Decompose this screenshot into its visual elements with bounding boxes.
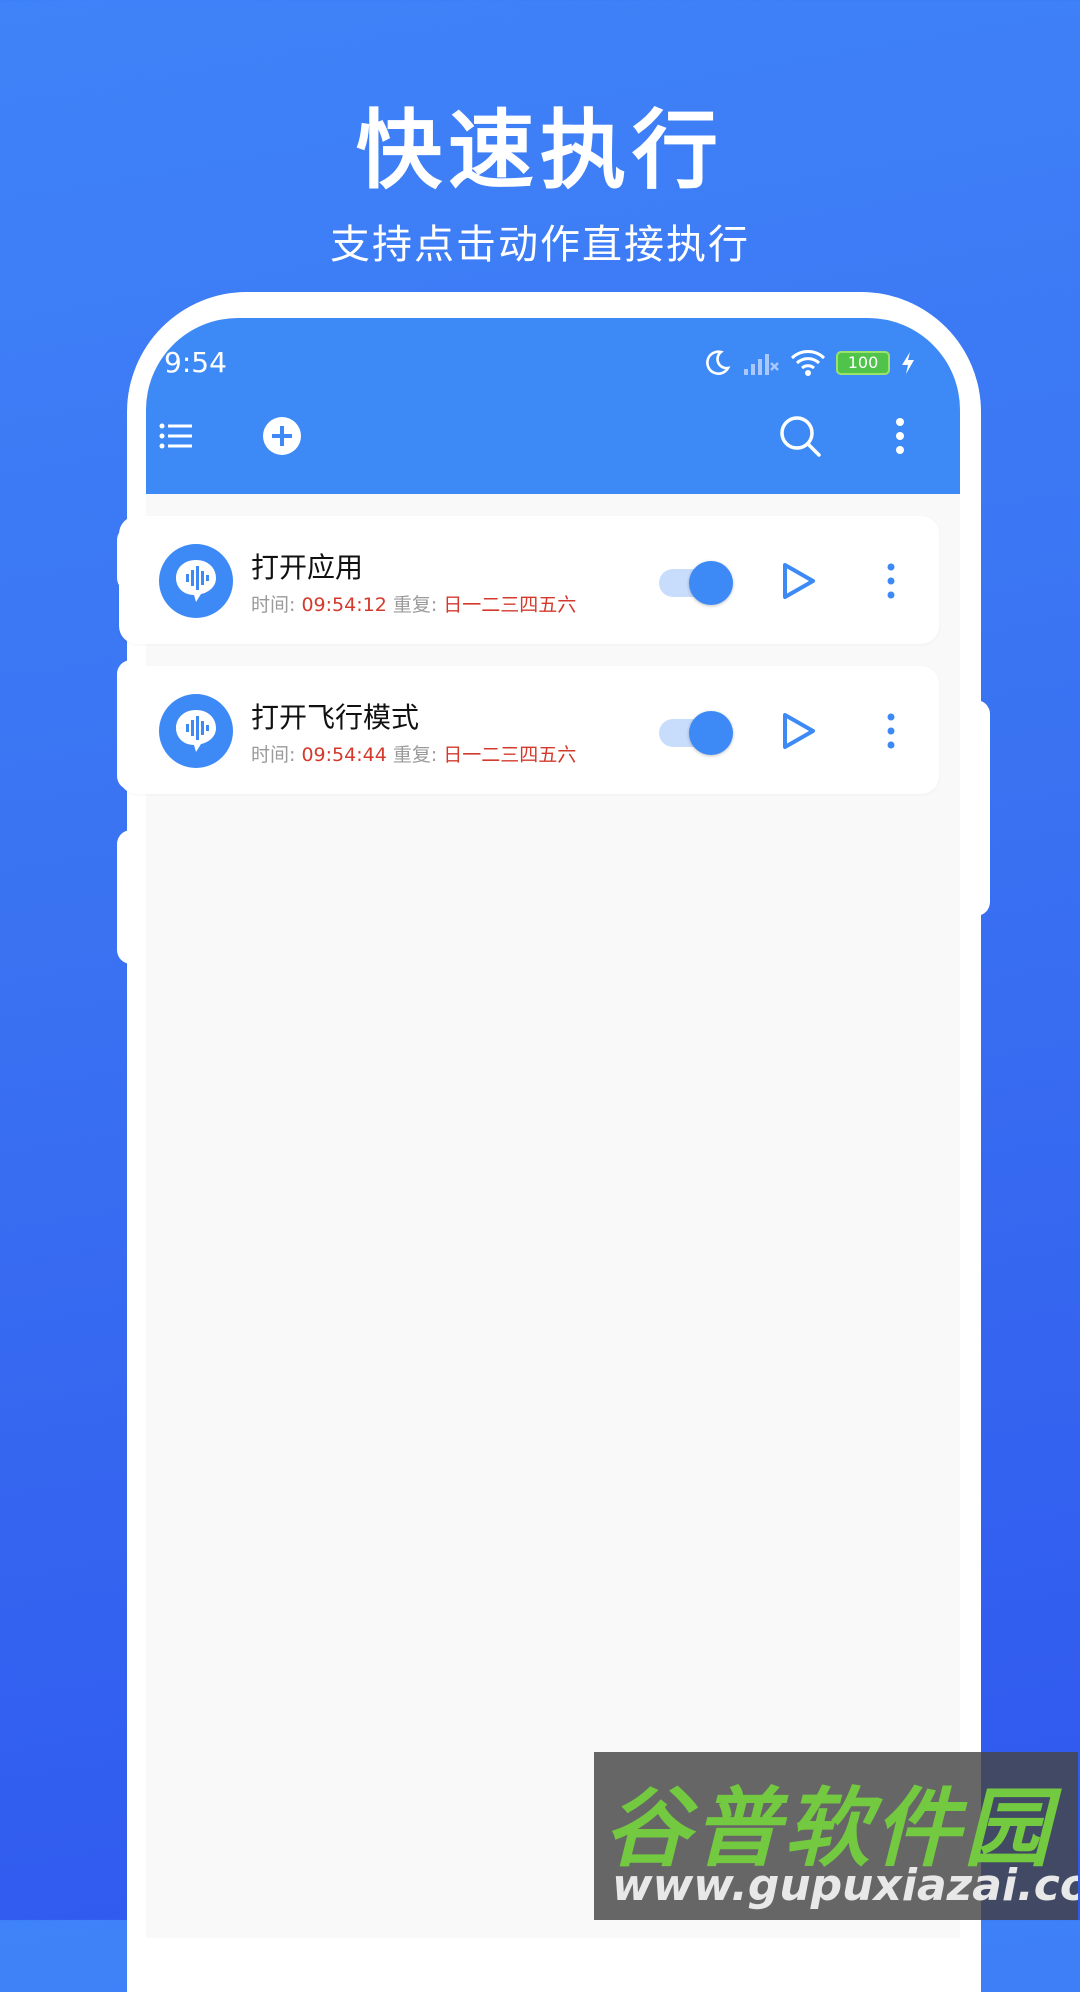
overflow-menu-button[interactable] (892, 416, 908, 460)
repeat-label: 重复: (392, 744, 438, 766)
search-icon (780, 416, 821, 457)
repeat-value: 日一二三四五六 (443, 594, 577, 616)
task-schedule: 时间: 09:54:12 重复: 日一二三四五六 (251, 590, 576, 617)
app-bar: 9:54 100 (146, 318, 960, 494)
voice-message-icon (159, 694, 233, 768)
task-card[interactable]: 打开应用 时间: 09:54:12 重复: 日一二三四五六 (119, 516, 939, 644)
repeat-value: 日一二三四五六 (443, 744, 577, 766)
time-value: 09:54:12 (301, 594, 387, 616)
task-card[interactable]: 打开飞行模式 时间: 09:54:44 重复: 日一二三四五六 (119, 666, 939, 794)
more-vert-icon[interactable] (885, 711, 897, 751)
task-enable-toggle[interactable] (659, 559, 733, 607)
more-vert-icon[interactable] (885, 561, 897, 601)
task-title: 打开飞行模式 (251, 701, 420, 734)
toggle-knob (689, 561, 733, 605)
task-schedule: 时间: 09:54:44 重复: 日一二三四五六 (251, 740, 576, 767)
repeat-label: 重复: (392, 594, 438, 616)
phone-side-button (117, 830, 147, 964)
search-button[interactable] (778, 414, 822, 462)
menu-list-button[interactable] (158, 418, 194, 458)
play-icon[interactable] (779, 711, 817, 751)
signal-off-icon (744, 354, 779, 375)
moon-icon (706, 350, 731, 375)
promo-subtitle: 支持点击动作直接执行 (330, 222, 750, 268)
more-vert-icon (896, 418, 904, 454)
play-icon[interactable] (779, 561, 817, 601)
status-time: 9:54 (164, 346, 227, 379)
battery-indicator: 100 (836, 351, 890, 375)
add-task-button[interactable] (262, 416, 302, 460)
time-label: 时间: (251, 594, 296, 616)
watermark-url: www.gupuxiazai.com (612, 1860, 1078, 1911)
wifi-icon (790, 350, 826, 376)
time-label: 时间: (251, 744, 296, 766)
task-enable-toggle[interactable] (659, 709, 733, 757)
voice-message-icon (159, 544, 233, 618)
phone-side-button (960, 700, 990, 916)
watermark: 谷普软件园 www.gupuxiazai.com (594, 1752, 1078, 1920)
charging-icon (902, 352, 914, 374)
toggle-knob (689, 711, 733, 755)
status-icons: 100 (702, 348, 916, 378)
list-icon (159, 423, 192, 449)
add-circle-icon (263, 417, 301, 455)
task-title: 打开应用 (251, 551, 364, 584)
time-value: 09:54:44 (301, 744, 387, 766)
promo-title: 快速执行 (356, 101, 724, 201)
